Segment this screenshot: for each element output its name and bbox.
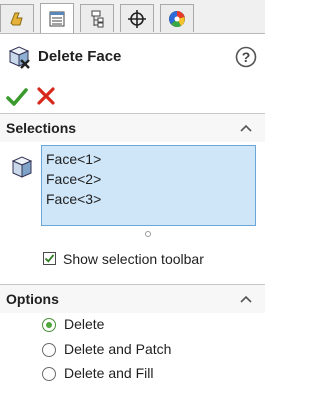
property-manager-header: Delete Face ? [0,36,265,80]
list-item[interactable]: Face<2> [46,169,251,189]
dimxpert-manager-tab[interactable] [120,4,154,32]
list-resize-handle[interactable] [145,231,151,237]
option-delete-and-fill[interactable]: Delete and Fill [42,364,242,384]
ok-checkmark-icon[interactable] [6,86,28,108]
option-delete-and-patch[interactable]: Delete and Patch [42,340,242,360]
display-manager-tab[interactable] [160,4,194,32]
options-section-header[interactable]: Options [0,284,265,313]
configuration-manager-tab[interactable] [80,4,114,32]
selected-faces-list[interactable]: Face<1> Face<2> Face<3> [41,145,256,226]
color-wheel-icon [169,10,185,27]
configuration-manager-icon [91,10,104,27]
option-delete[interactable]: Delete [42,315,242,335]
list-item[interactable]: Face<3> [46,189,251,209]
feature-manager-tab[interactable] [0,4,34,32]
selections-section-header[interactable]: Selections [0,113,265,142]
delete-face-icon [8,46,30,69]
radio-button-delete-and-patch[interactable] [42,343,56,357]
chevron-up-icon[interactable] [239,122,253,134]
face-selection-icon [11,156,33,178]
option-label[interactable]: Delete [64,316,104,332]
help-icon[interactable]: ? [235,46,257,68]
cancel-x-icon[interactable] [36,86,56,106]
svg-text:?: ? [242,49,251,65]
radio-dot [46,322,52,328]
page-title: Delete Face [38,48,122,65]
radio-button-delete-and-fill[interactable] [42,367,56,381]
option-label[interactable]: Delete and Fill [64,365,154,381]
options-title: Options [6,291,59,307]
list-item[interactable]: Face<1> [46,149,251,169]
property-manager-tab[interactable] [40,3,74,33]
feature-manager-icon [10,12,23,25]
checkmark-icon [44,254,55,263]
property-manager-icon [49,11,65,26]
chevron-up-icon[interactable] [239,293,253,305]
show-selection-toolbar-checkbox[interactable] [43,252,56,265]
selections-title: Selections [6,120,77,136]
crosshair-icon [128,9,146,28]
radio-button-delete[interactable] [42,318,56,332]
property-manager-tab-bar [0,0,265,34]
option-label[interactable]: Delete and Patch [64,341,171,357]
action-buttons [0,82,265,110]
show-selection-toolbar-label[interactable]: Show selection toolbar [63,251,204,267]
